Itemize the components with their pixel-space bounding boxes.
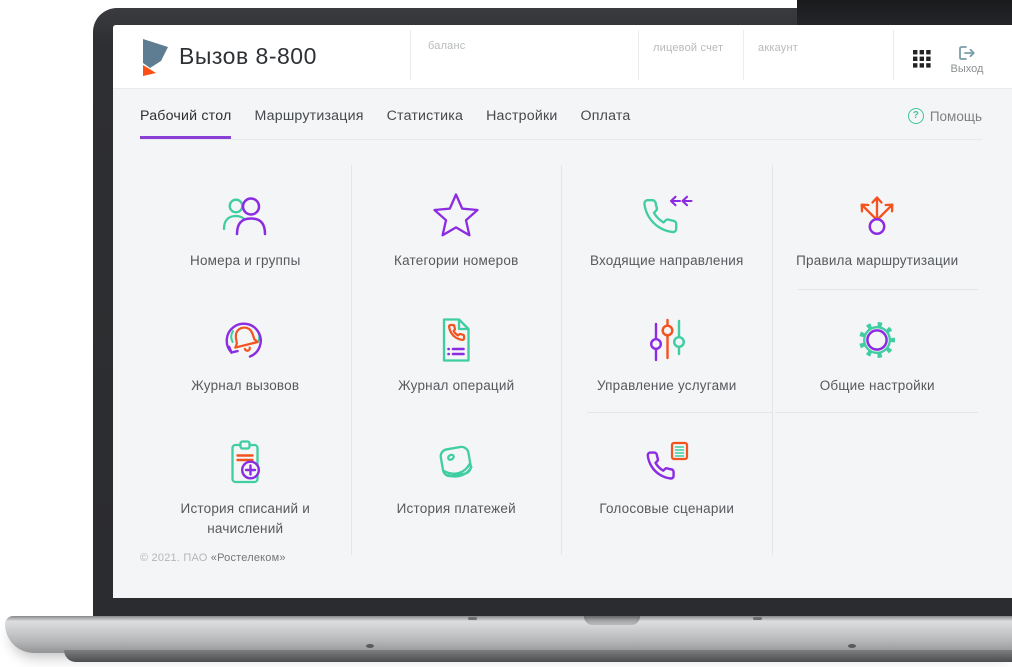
laptop-base — [5, 616, 1012, 653]
payments-history-wallet-icon — [432, 436, 480, 490]
laptop-foot — [366, 644, 374, 648]
tile-payments-history[interactable]: История платежей — [350, 413, 562, 555]
tile-number-categories[interactable]: Категории номеров — [350, 165, 562, 290]
tile-call-log[interactable]: Журнал вызовов — [140, 290, 351, 413]
tile-general-settings[interactable]: Общие настройки — [771, 289, 983, 413]
laptop-base-underside — [64, 650, 1012, 662]
question-circle-icon: ? — [907, 108, 924, 124]
star-icon — [432, 188, 480, 242]
copyright-text: © 2021. ПАО — [140, 552, 211, 564]
incoming-call-icon — [640, 188, 694, 242]
rostelecom-logo-icon — [140, 37, 170, 77]
tile-service-management[interactable]: Управление услугами — [561, 290, 772, 413]
header-divider — [638, 30, 639, 80]
empty-grid-cell — [771, 412, 983, 555]
operations-log-document-icon — [432, 313, 480, 367]
nav-tabs: Рабочий стол Маршрутизация Статистика На… — [140, 101, 982, 140]
tab-routing[interactable]: Маршрутизация — [254, 101, 363, 139]
header-divider — [410, 30, 411, 80]
laptop-foot — [848, 644, 856, 648]
tile-incoming-directions[interactable]: Входящие направления — [561, 165, 772, 290]
sliders-icon — [643, 313, 691, 367]
dashboard-grid: Номера и группы Категории номеров Входящ… — [140, 165, 982, 555]
app-header: Вызов 8-800 баланс лицевой счет аккаунт — [113, 25, 1012, 89]
voice-scenarios-phone-icon — [642, 436, 692, 490]
routing-arrows-icon — [853, 188, 901, 242]
balance-label: баланс — [428, 40, 466, 52]
account-label: аккаунт — [758, 42, 798, 54]
tab-payment[interactable]: Оплата — [580, 101, 630, 139]
laptop-latch-notch — [584, 616, 640, 625]
personal-account-label: лицевой счет — [653, 42, 724, 54]
tab-dashboard[interactable]: Рабочий стол — [140, 101, 232, 139]
tile-numbers-and-groups[interactable]: Номера и группы — [140, 165, 351, 290]
tile-charges-history[interactable]: История списаний и начислений — [140, 413, 351, 555]
logout-icon — [941, 45, 993, 61]
company-name: «Ростелеком» — [210, 552, 286, 564]
logout-label: Выход — [950, 63, 984, 75]
help-link[interactable]: ? Помощь — [907, 104, 982, 128]
tile-label: Категории номеров — [394, 253, 519, 268]
laptop-hinge-mark — [753, 617, 762, 620]
users-icon — [221, 188, 269, 242]
tile-label: Голосовые сценарии — [599, 501, 735, 516]
tab-settings[interactable]: Настройки — [486, 101, 557, 139]
tile-label: Входящие направления — [589, 253, 744, 268]
tile-routing-rules[interactable]: Правила маршрутизации — [771, 165, 983, 290]
tab-statistics[interactable]: Статистика — [387, 101, 464, 139]
tile-label: История списаний и начислений — [180, 501, 310, 536]
tile-label: Журнал вызовов — [191, 378, 300, 393]
app-title: Вызов 8-800 — [179, 43, 317, 69]
tile-label: Правила маршрутизации — [796, 253, 959, 268]
apps-grid-icon[interactable] — [913, 50, 931, 68]
charges-history-clipboard-icon — [221, 436, 269, 490]
tile-label: Управление услугами — [596, 378, 737, 393]
laptop-hinge-mark — [468, 617, 477, 620]
tile-label: История платежей — [396, 501, 516, 516]
gear-icon — [853, 313, 901, 367]
tile-label: Общие настройки — [819, 378, 935, 393]
call-log-bell-icon — [220, 313, 270, 367]
tile-label: Журнал операций — [398, 378, 515, 393]
help-label: Помощь — [929, 108, 982, 124]
tile-voice-scenarios[interactable]: Голосовые сценарии — [561, 412, 772, 555]
laptop-screen: Вызов 8-800 баланс лицевой счет аккаунт — [113, 25, 1012, 598]
tile-operations-log[interactable]: Журнал операций — [350, 290, 562, 413]
header-divider — [893, 30, 894, 80]
header-divider — [743, 30, 744, 80]
footer-copyright: © 2021. ПАО «Ростелеком» — [140, 552, 286, 564]
logout-button[interactable]: Выход — [941, 45, 993, 75]
tile-label: Номера и группы — [190, 253, 301, 268]
